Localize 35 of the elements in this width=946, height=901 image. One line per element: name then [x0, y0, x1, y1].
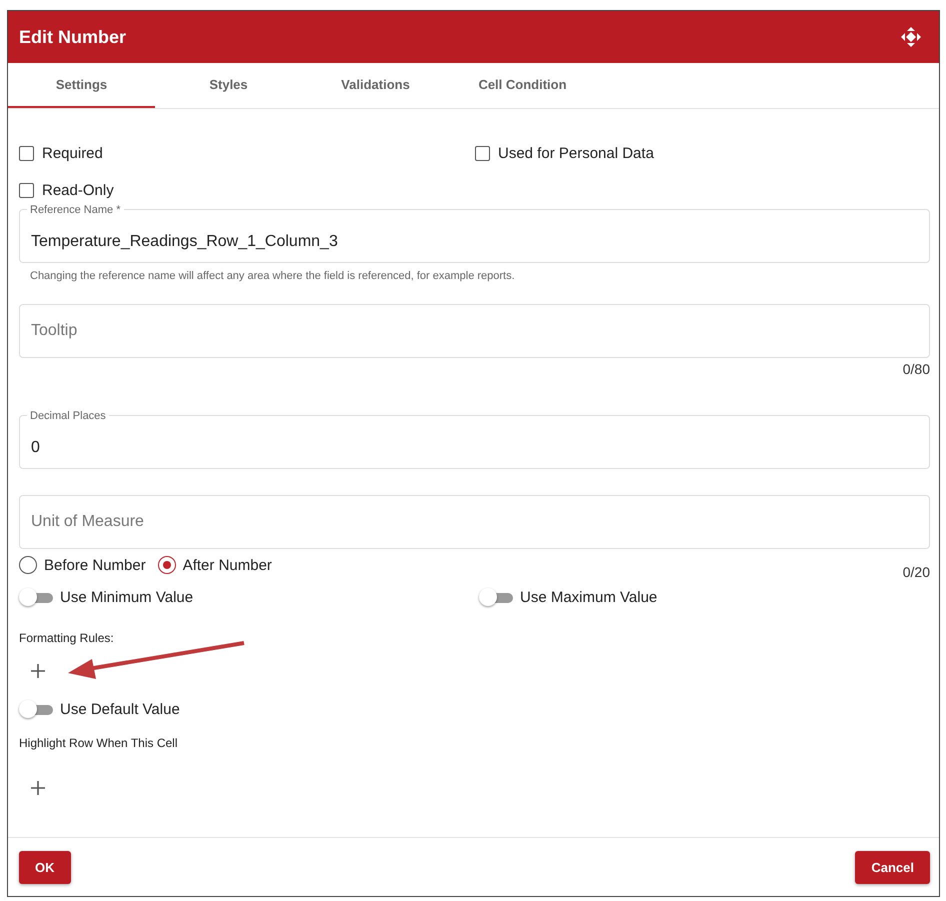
toggle-label: Use Default Value — [60, 700, 180, 718]
ok-button[interactable]: OK — [19, 850, 70, 884]
checkbox-label: Used for Personal Data — [498, 144, 654, 162]
field-label: Decimal Places — [27, 410, 109, 422]
checkbox[interactable] — [19, 146, 34, 160]
checkbox-label: Read-Only — [42, 182, 114, 198]
toggle-switch[interactable] — [19, 699, 53, 719]
radio-button[interactable] — [19, 556, 37, 574]
radio-button[interactable] — [158, 556, 176, 574]
toggle-label: Use Minimum Value — [60, 588, 194, 606]
checkbox[interactable] — [475, 146, 490, 160]
toggle-switch[interactable] — [19, 587, 53, 607]
tooltip-field[interactable]: Tooltip — [19, 304, 930, 358]
checkbox[interactable] — [19, 182, 34, 198]
window-title: Edit Number — [19, 26, 126, 48]
checkbox-label: Required — [42, 144, 103, 162]
tab[interactable]: Cell Condition — [449, 63, 596, 108]
radio-label: Before Number — [44, 556, 146, 574]
field-label: Reference Name * — [27, 204, 124, 216]
hint-text: Changing the reference name will affect any area where the field is referenced, for example reports. — [30, 270, 516, 282]
character-counter: 0/20 — [902, 564, 930, 580]
character-counter: 0/80 — [902, 361, 930, 377]
tab[interactable]: Styles — [155, 63, 302, 108]
section-label: Formatting Rules: — [19, 631, 115, 645]
add-icon[interactable] — [30, 780, 46, 796]
add-icon[interactable] — [30, 663, 46, 679]
unit-of-measure-field[interactable]: Unit of Measure — [19, 495, 930, 549]
tab[interactable]: Validations — [302, 63, 449, 108]
radio-label: After Number — [182, 556, 272, 574]
move-icon[interactable] — [901, 27, 921, 47]
tab[interactable]: Settings — [8, 63, 155, 108]
toggle-switch[interactable] — [479, 587, 513, 607]
cancel-button[interactable]: Cancel — [855, 850, 930, 884]
section-label: Highlight Row When This Cell — [19, 736, 179, 750]
toggle-label: Use Maximum Value — [520, 588, 658, 606]
